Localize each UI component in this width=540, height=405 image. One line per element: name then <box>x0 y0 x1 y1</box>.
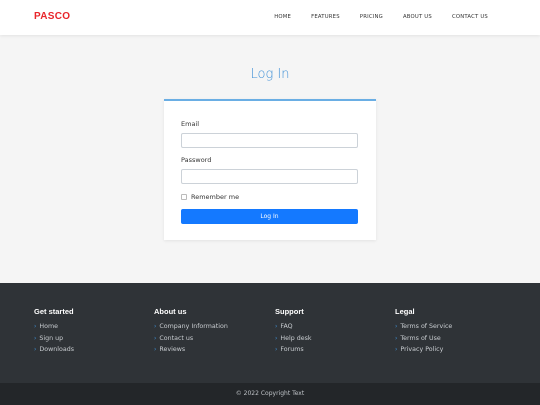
footer-link-company-information[interactable]: › Company Information <box>154 321 228 333</box>
main-nav: HOME FEATURES PRICING ABOUT US CONTACT U… <box>274 14 488 20</box>
footer-link-help-desk[interactable]: › Help desk <box>275 333 312 345</box>
footer-link-terms-of-service[interactable]: › Terms of Service <box>395 321 452 333</box>
footer-bottom-bar: © 2022 Copyright Text <box>0 383 540 405</box>
footer-link-faq[interactable]: › FAQ <box>275 321 312 333</box>
email-label: Email <box>181 120 200 128</box>
chevron-right-icon: › <box>275 346 278 353</box>
login-card: Email Password Remember me Log In <box>164 99 376 240</box>
nav-about-us[interactable]: ABOUT US <box>403 14 432 20</box>
chevron-right-icon: › <box>395 346 398 353</box>
top-navbar: PASCO HOME FEATURES PRICING ABOUT US CON… <box>0 0 540 35</box>
footer-heading: Support <box>275 307 304 316</box>
site-footer: Get started › Home › Sign up › Downloads Ab… <box>0 283 540 383</box>
chevron-right-icon: › <box>34 334 37 342</box>
page-title: Log In <box>250 67 290 82</box>
footer-col-legal: Legal › Terms of Service › Terms of Use › P… <box>395 307 452 356</box>
password-label: Password <box>181 156 212 164</box>
footer-heading: About us <box>154 307 187 316</box>
chevron-right-icon: › <box>34 323 37 330</box>
chevron-right-icon: › <box>154 334 157 342</box>
footer-link-terms-of-use[interactable]: › Terms of Use <box>395 333 452 345</box>
copyright-text: © 2022 Copyright Text <box>235 390 305 397</box>
brand-logo[interactable]: PASCO <box>34 11 70 22</box>
nav-home[interactable]: HOME <box>274 14 291 20</box>
chevron-right-icon: › <box>154 323 157 330</box>
nav-pricing[interactable]: PRICING <box>360 14 383 20</box>
remember-me-checkbox[interactable] <box>181 194 187 200</box>
footer-col-get-started: Get started › Home › Sign up › Downloads <box>34 307 74 356</box>
chevron-right-icon: › <box>395 323 398 330</box>
footer-link-home[interactable]: › Home <box>34 321 74 333</box>
footer-heading: Get started <box>34 307 74 316</box>
footer-link-sign-up[interactable]: › Sign up <box>34 333 74 345</box>
email-field[interactable] <box>181 133 358 148</box>
footer-heading: Legal <box>395 307 415 316</box>
chevron-right-icon: › <box>34 346 37 353</box>
chevron-right-icon: › <box>275 323 278 330</box>
nav-features[interactable]: FEATURES <box>311 14 340 20</box>
footer-col-about-us: About us › Company Information › Contact u… <box>154 307 228 356</box>
footer-col-support: Support › FAQ › Help desk › Forums <box>275 307 312 356</box>
footer-link-forums[interactable]: › Forums <box>275 344 312 356</box>
footer-link-privacy-policy[interactable]: › Privacy Policy <box>395 344 452 356</box>
footer-link-downloads[interactable]: › Downloads <box>34 344 74 356</box>
chevron-right-icon: › <box>395 334 398 342</box>
nav-contact-us[interactable]: CONTACT US <box>452 14 488 20</box>
login-button[interactable]: Log In <box>181 209 358 224</box>
remember-me-label[interactable]: Remember me <box>191 193 239 201</box>
chevron-right-icon: › <box>154 346 157 353</box>
chevron-right-icon: › <box>275 334 278 342</box>
footer-link-contact-us[interactable]: › Contact us <box>154 333 228 345</box>
password-field[interactable] <box>181 169 358 184</box>
footer-link-reviews[interactable]: › Reviews <box>154 344 228 356</box>
